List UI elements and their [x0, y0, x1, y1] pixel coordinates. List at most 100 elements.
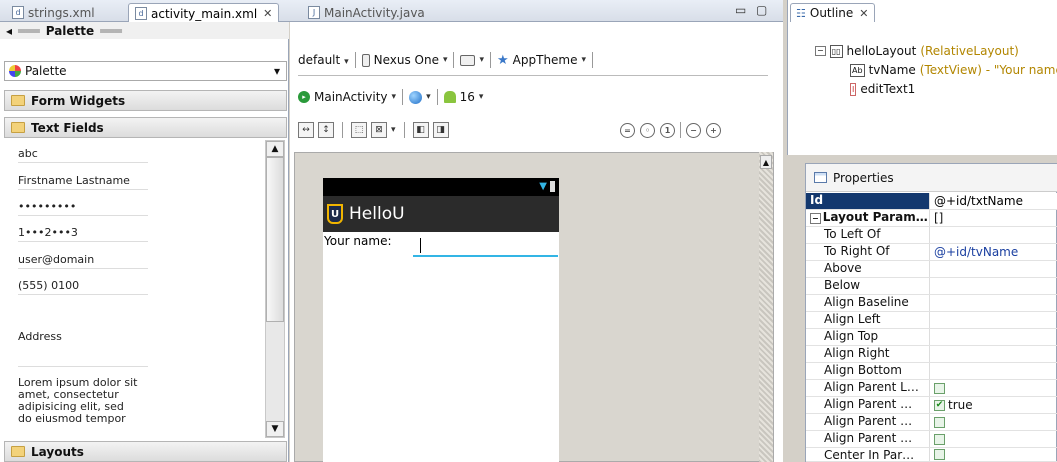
zoom-actual-icon[interactable]: ◦ — [640, 122, 655, 138]
property-row-align-parent-top[interactable]: Align Parent … ✔ true — [806, 397, 1057, 414]
config-toolbar: default ▾ Nexus One ▾ ▾ ★ AppTheme ▾ — [298, 49, 594, 71]
property-row-align-left[interactable]: Align Left — [806, 312, 1057, 329]
margins-icon[interactable]: ⬚ — [351, 122, 367, 138]
zoom-out-icon[interactable]: − — [686, 122, 701, 138]
property-row-center-in-parent[interactable]: Center In Par… — [806, 448, 1057, 462]
property-row-id[interactable]: Id @+id/txtName — [806, 193, 1057, 210]
activity-select[interactable]: ▸ MainActivity ▾ — [298, 90, 396, 104]
locale-select[interactable]: ▾ — [409, 90, 431, 104]
property-row-below[interactable]: Below — [806, 278, 1057, 295]
canvas-scrollbar[interactable] — [759, 152, 773, 462]
property-value[interactable] — [930, 346, 1057, 362]
tab-strings-xml[interactable]: d strings.xml — [6, 3, 101, 22]
category-form-widgets[interactable]: Form Widgets — [4, 90, 287, 111]
zoom-fit-icon[interactable]: = — [620, 122, 635, 138]
tab-label: activity_main.xml — [151, 6, 258, 21]
property-value[interactable] — [930, 312, 1057, 328]
property-row-align-baseline[interactable]: Align Baseline — [806, 295, 1057, 312]
folder-open-icon — [11, 122, 25, 133]
palette-item-plain-text[interactable]: abc — [18, 147, 38, 160]
zoom-toolbar: = ◦ 1 − + — [620, 119, 721, 141]
palette-title: Palette — [45, 23, 95, 38]
checkbox-unchecked[interactable] — [934, 416, 945, 428]
screen-orientation-icon — [460, 54, 476, 66]
property-row-above[interactable]: Above — [806, 261, 1057, 278]
property-value[interactable] — [930, 227, 1057, 243]
maximize-icon[interactable]: ▢ — [756, 3, 767, 17]
config-select[interactable]: default ▾ — [298, 53, 349, 67]
edittext-cursor — [420, 238, 421, 253]
property-row-align-top[interactable]: Align Top — [806, 329, 1057, 346]
outline-node-edittext1[interactable]: I editText1 — [850, 82, 915, 96]
checkbox-unchecked[interactable] — [934, 382, 945, 394]
close-icon[interactable]: ✕ — [263, 7, 272, 20]
palette-item-password[interactable]: ••••••••• — [18, 200, 76, 213]
orientation-select[interactable]: ▾ — [460, 54, 484, 66]
palette-item-phone[interactable]: (555) 0100 — [18, 279, 79, 292]
palette-item-postal-address[interactable]: Address — [18, 330, 62, 343]
text-fields-list: abc Firstname Lastname ••••••••• 1•••2••… — [14, 140, 265, 442]
scroll-up-icon[interactable]: ▲ — [266, 141, 284, 157]
zoom-in-icon[interactable]: + — [706, 122, 721, 138]
app-action-bar: U HelloU — [323, 196, 559, 232]
property-value[interactable]: @+id/txtName — [930, 193, 1057, 209]
property-row-to-left-of[interactable]: To Left Of — [806, 227, 1057, 244]
property-row-layout-params[interactable]: − Layout Param… [] — [806, 210, 1057, 227]
scroll-down-icon[interactable]: ▼ — [266, 421, 284, 437]
outline-node-tvname[interactable]: Ab tvName (TextView) - "Your name — [850, 63, 1057, 77]
property-row-align-parent-left[interactable]: Align Parent L… — [806, 380, 1057, 397]
close-icon[interactable]: ✕ — [859, 7, 868, 20]
tab-mainactivity-java[interactable]: J MainActivity.java — [302, 3, 431, 22]
star-icon: ★ — [497, 52, 509, 68]
device-screen[interactable] — [323, 232, 559, 462]
chevron-down-icon[interactable]: ▾ — [391, 125, 396, 135]
palette-item-password-numeric[interactable]: 1•••2•••3 — [18, 226, 78, 239]
chevron-down-icon: ▾ — [273, 64, 280, 78]
checkbox-unchecked[interactable] — [934, 433, 945, 445]
property-value[interactable] — [930, 329, 1057, 345]
property-value[interactable]: @+id/tvName — [930, 244, 1057, 260]
property-row-align-right[interactable]: Align Right — [806, 346, 1057, 363]
zoom-100-icon[interactable]: 1 — [660, 122, 675, 138]
tab-outline[interactable]: ☷ Outline ✕ — [790, 3, 875, 22]
palette-scroll-thumb[interactable] — [266, 157, 284, 322]
scroll-up-icon[interactable]: ▲ — [760, 155, 772, 169]
tvname-textview[interactable]: Your name: — [324, 234, 392, 248]
xml-file-icon: d — [12, 6, 24, 19]
device-select[interactable]: Nexus One ▾ — [361, 53, 447, 67]
property-row-align-parent-bottom[interactable]: Align Parent … — [806, 431, 1057, 448]
property-value[interactable] — [930, 278, 1057, 294]
property-value[interactable] — [930, 295, 1057, 311]
api-level-select[interactable]: 16 ▾ — [443, 90, 483, 104]
palette-icon — [9, 65, 21, 77]
palette-item-multiline-line4[interactable]: do eiusmod tempor — [18, 412, 126, 425]
collapse-left-icon[interactable]: ◂ — [6, 24, 12, 38]
tab-activity-main-xml[interactable]: d activity_main.xml ✕ — [128, 3, 280, 23]
palette-item-person-name[interactable]: Firstname Lastname — [18, 174, 130, 187]
checkbox-unchecked[interactable] — [934, 449, 945, 460]
category-text-fields[interactable]: Text Fields — [4, 117, 287, 138]
outline-icon: ☷ — [796, 6, 806, 20]
layout-grid-icon[interactable]: ◧ — [412, 122, 429, 138]
category-layouts[interactable]: Layouts — [4, 441, 287, 462]
property-value[interactable] — [930, 363, 1057, 379]
collapse-icon[interactable]: − — [810, 213, 821, 224]
gravity-icon[interactable]: ⊠ — [371, 122, 387, 138]
layout-actions-toolbar: ↔ ↕ ⬚ ⊠ ▾ ◧ ◨ — [298, 119, 449, 141]
property-row-align-bottom[interactable]: Align Bottom — [806, 363, 1057, 380]
theme-select[interactable]: ★ AppTheme ▾ — [497, 53, 586, 68]
property-value[interactable]: [] — [930, 210, 1057, 226]
minimize-icon[interactable]: ▭ — [735, 3, 746, 17]
width-match-icon[interactable]: ↔ — [298, 122, 314, 138]
layout-weight-icon[interactable]: ◨ — [432, 122, 449, 138]
palette-item-email[interactable]: user@domain — [18, 253, 94, 266]
collapse-icon[interactable]: − — [815, 46, 826, 56]
palette-mode-select[interactable]: Palette ▾ — [4, 61, 287, 81]
height-match-icon[interactable]: ↕ — [318, 122, 334, 138]
property-row-to-right-of[interactable]: To Right Of @+id/tvName — [806, 244, 1057, 261]
checkbox-checked[interactable]: ✔ — [934, 399, 945, 411]
property-row-align-parent-right[interactable]: Align Parent … — [806, 414, 1057, 431]
outline-node-hellolayout[interactable]: − ▯▯ helloLayout (RelativeLayout) — [815, 44, 1019, 58]
edittext1-field[interactable] — [413, 255, 558, 257]
property-value[interactable] — [930, 261, 1057, 277]
